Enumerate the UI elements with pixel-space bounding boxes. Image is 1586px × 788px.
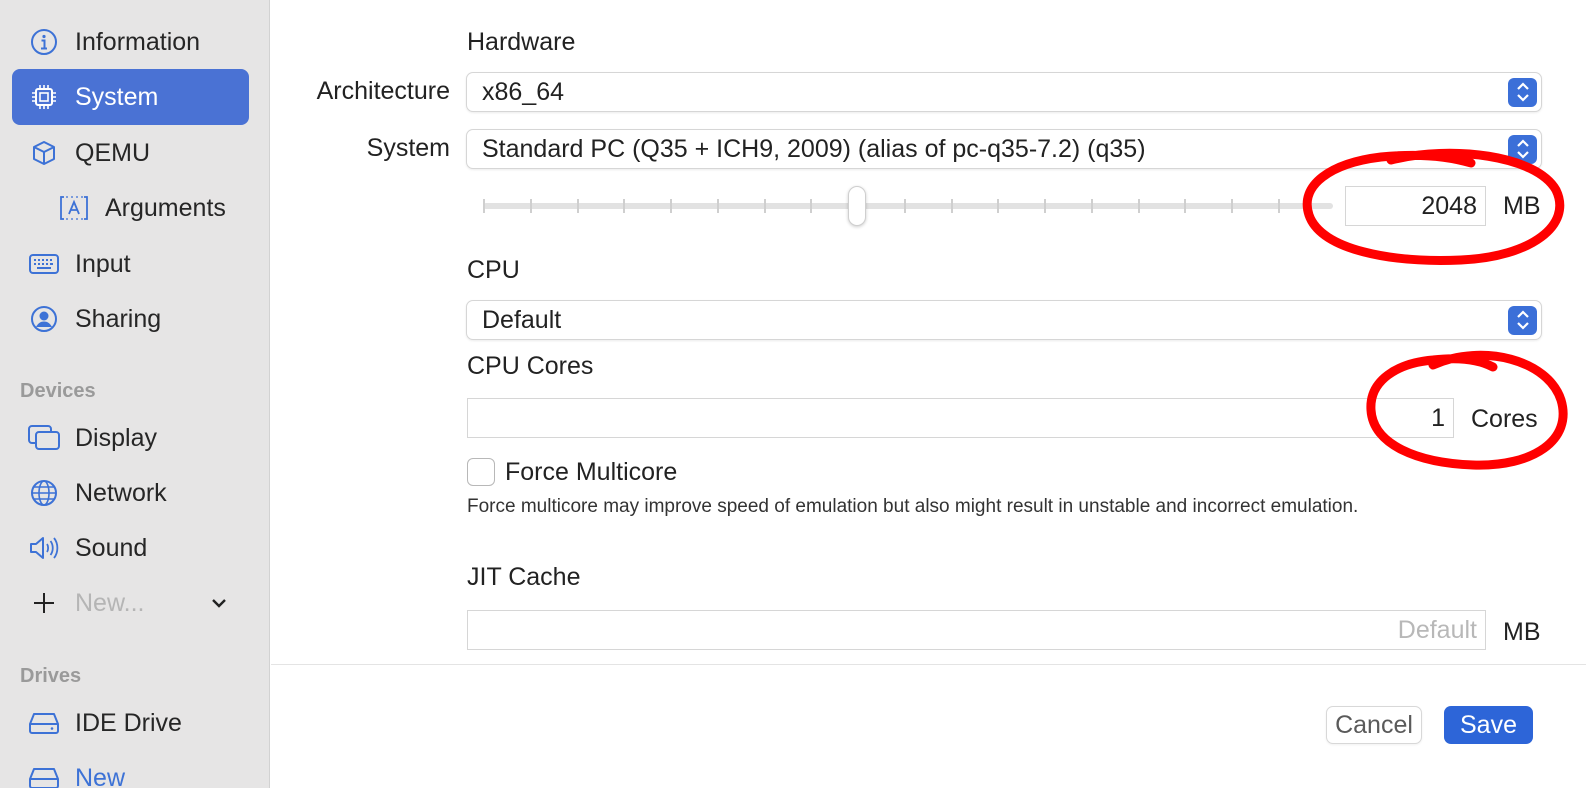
slider-tick xyxy=(1278,199,1280,213)
jit-cache-header: JIT Cache xyxy=(467,563,581,591)
system-value: Standard PC (Q35 + ICH9, 2009) (alias of… xyxy=(482,134,1146,163)
force-multicore-checkbox[interactable] xyxy=(467,458,495,486)
sidebar-item-label: New xyxy=(75,763,126,788)
slider-tick xyxy=(763,199,766,213)
jit-cache-unit-label: MB xyxy=(1503,618,1541,646)
cpu-select[interactable]: Default xyxy=(466,300,1542,340)
sidebar-item-label: Sound xyxy=(75,533,148,562)
new-device-menu[interactable]: New... xyxy=(12,575,249,631)
force-multicore-help-text: Force multicore may improve speed of emu… xyxy=(467,496,1359,517)
person-circle-icon xyxy=(28,303,60,335)
cpu-cores-field[interactable]: 1 xyxy=(467,398,1454,438)
up-down-chevron-icon xyxy=(1508,77,1537,107)
memory-unit-label: MB xyxy=(1503,192,1541,220)
sidebar-item-system[interactable]: System xyxy=(12,69,249,125)
devices-section-header: Devices xyxy=(20,380,96,402)
slider-tick xyxy=(529,199,532,213)
slider-tick xyxy=(1137,199,1140,213)
slider-tick xyxy=(623,199,626,213)
force-multicore-label: Force Multicore xyxy=(505,458,678,486)
sidebar-item-label: Information xyxy=(75,27,201,56)
architecture-select[interactable]: x86_64 xyxy=(466,72,1542,112)
cpu-chip-icon xyxy=(28,81,60,113)
sidebar-item-arguments[interactable]: Arguments xyxy=(12,180,249,236)
system-settings-panel: Hardware Architecture x86_64 System Stan… xyxy=(271,0,1586,664)
memory-slider-thumb[interactable] xyxy=(848,186,866,226)
sidebar-item-label: QEMU xyxy=(75,138,150,167)
slider-tick xyxy=(810,199,813,213)
speaker-icon xyxy=(28,532,60,564)
memory-slider-track xyxy=(483,203,1333,209)
slider-tick xyxy=(716,199,719,213)
sidebar-item-network[interactable]: Network xyxy=(12,465,249,521)
sidebar-item-new-drive[interactable]: New xyxy=(12,750,249,788)
slider-tick xyxy=(1090,199,1093,213)
sidebar-item-display[interactable]: Display xyxy=(12,410,249,466)
sidebar-item-label: Network xyxy=(75,478,167,507)
sidebar-item-label: IDE Drive xyxy=(75,708,182,737)
text-box-a-icon xyxy=(58,192,90,224)
slider-tick xyxy=(1231,199,1234,213)
up-down-chevron-icon xyxy=(1508,134,1537,164)
save-button[interactable]: Save xyxy=(1444,706,1533,744)
footer-divider xyxy=(271,664,1586,665)
slider-tick xyxy=(903,199,906,213)
slider-tick xyxy=(483,199,485,213)
slider-tick xyxy=(1184,199,1187,213)
cpu-cores-header: CPU Cores xyxy=(467,352,594,380)
jit-cache-placeholder: Default xyxy=(1397,615,1477,644)
slider-tick xyxy=(576,199,579,213)
sidebar-item-label: Display xyxy=(75,423,157,452)
slider-tick xyxy=(997,199,1000,213)
sidebar-item-input[interactable]: Input xyxy=(12,236,249,292)
hardware-header: Hardware xyxy=(467,28,576,56)
sidebar-item-label: Arguments xyxy=(105,193,226,222)
info-circle-icon xyxy=(28,26,60,58)
system-select[interactable]: Standard PC (Q35 + ICH9, 2009) (alias of… xyxy=(466,129,1542,169)
sidebar-item-qemu[interactable]: QEMU xyxy=(12,125,249,181)
globe-icon xyxy=(28,477,60,509)
drives-section-header: Drives xyxy=(20,665,82,687)
slider-tick xyxy=(670,199,673,213)
drive-icon xyxy=(28,762,60,788)
chevron-down-icon xyxy=(212,599,226,608)
cpu-header: CPU xyxy=(467,256,520,284)
cancel-button[interactable]: Cancel xyxy=(1326,706,1422,744)
sidebar-item-label: Input xyxy=(75,249,131,278)
jit-cache-field[interactable]: Default xyxy=(467,610,1486,650)
sidebar-item-ide-drive[interactable]: IDE Drive xyxy=(12,695,249,751)
up-down-chevron-icon xyxy=(1508,305,1537,335)
drive-icon xyxy=(28,707,60,739)
sidebar-item-label: System xyxy=(75,82,159,111)
sidebar-item-sharing[interactable]: Sharing xyxy=(12,291,249,347)
slider-tick xyxy=(950,199,953,213)
keyboard-icon xyxy=(28,248,60,280)
cpu-value: Default xyxy=(482,305,562,334)
memory-size-field[interactable]: 2048 xyxy=(1345,186,1486,226)
architecture-label: Architecture xyxy=(316,77,450,105)
cpu-cores-unit-label: Cores xyxy=(1471,405,1538,433)
cube-icon xyxy=(28,137,60,169)
sidebar-item-information[interactable]: Information xyxy=(12,14,249,70)
new-device-label: New... xyxy=(75,588,145,617)
architecture-value: x86_64 xyxy=(482,77,565,106)
sidebar-item-sound[interactable]: Sound xyxy=(12,520,249,576)
plus-icon xyxy=(28,587,60,619)
display-windows-icon xyxy=(28,422,60,454)
sidebar: Information System QEMU Arguments Input … xyxy=(0,0,270,788)
slider-tick xyxy=(1044,199,1047,213)
system-label: System xyxy=(366,134,450,162)
sidebar-item-label: Sharing xyxy=(75,304,162,333)
